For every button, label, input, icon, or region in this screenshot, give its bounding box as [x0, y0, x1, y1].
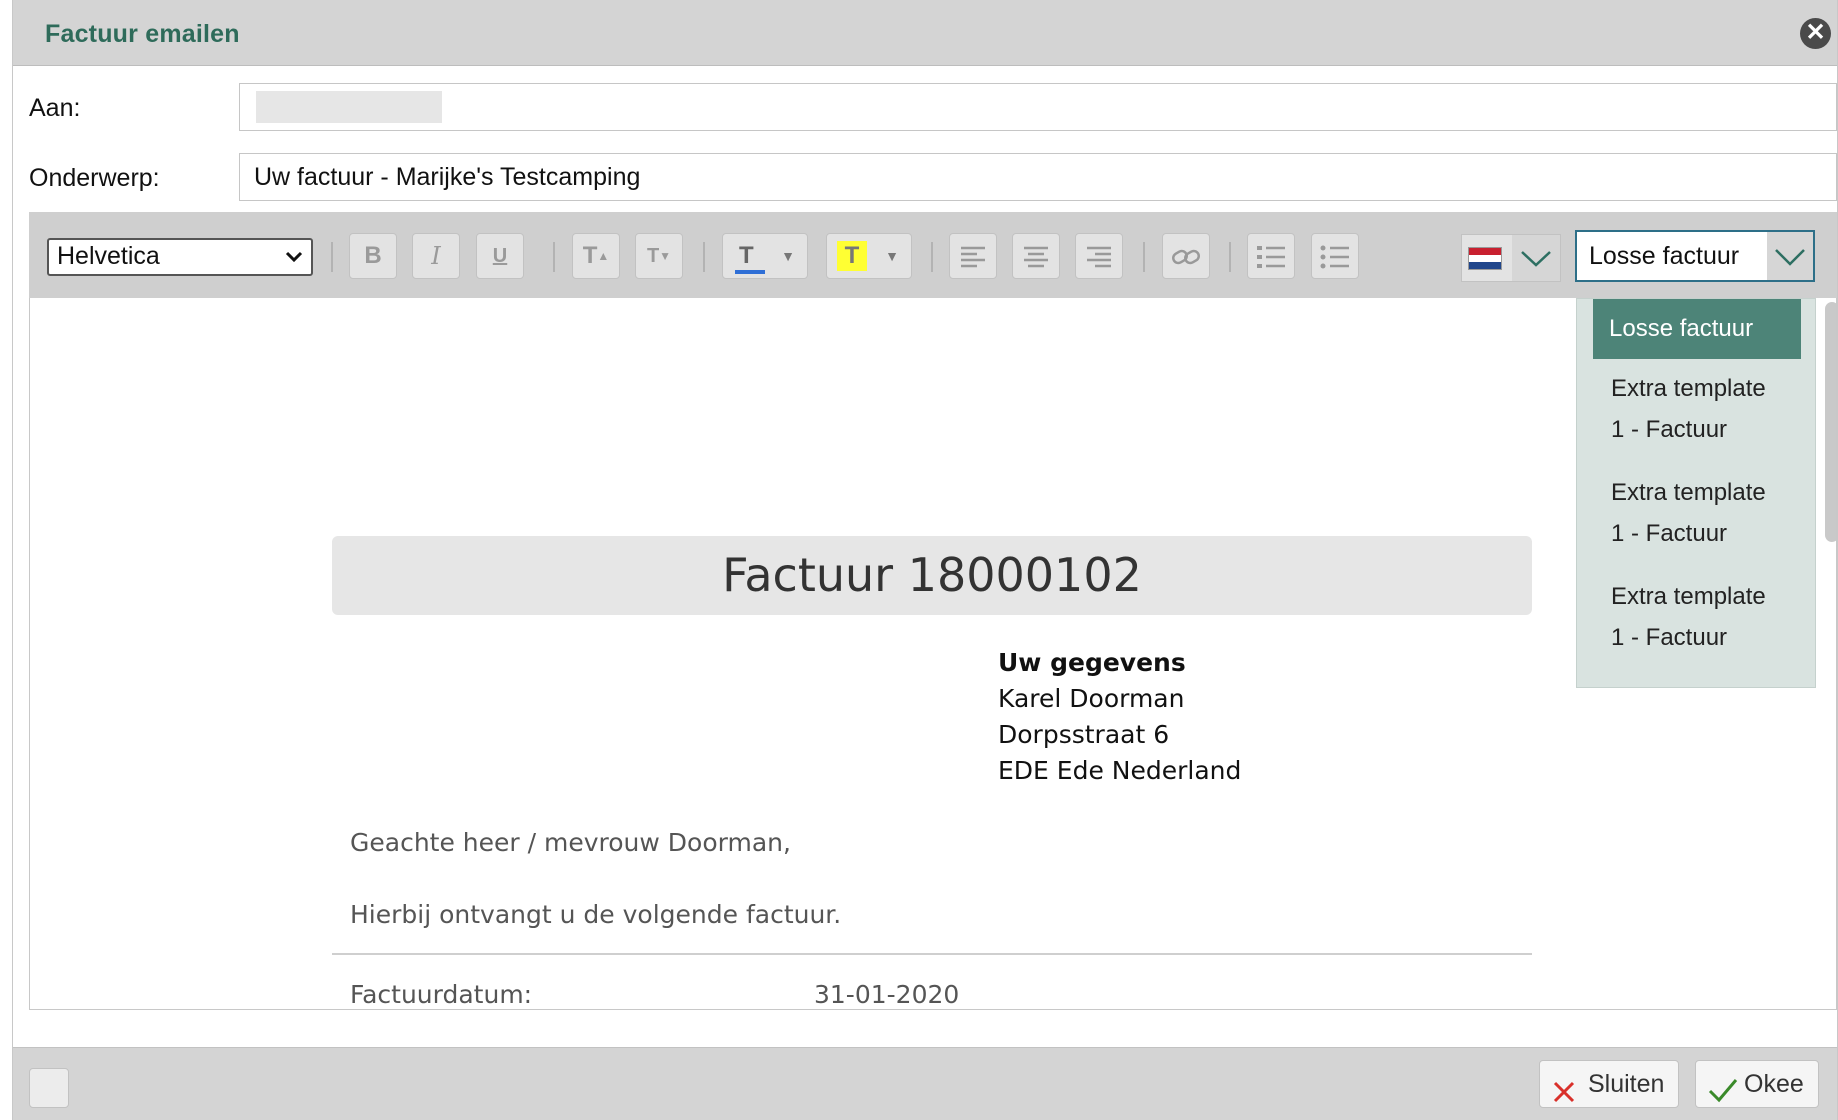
dialog-footer: Sluiten Okee	[13, 1047, 1837, 1120]
chevron-down-icon	[285, 240, 303, 282]
footer-option-button[interactable]	[29, 1068, 69, 1108]
underline-button[interactable]: U	[476, 233, 524, 279]
divider	[332, 953, 1532, 955]
editor-toolbar: Helvetica B I U T▲ T▼ T ▼ T ▼ Losse fact…	[29, 212, 1837, 298]
italic-button[interactable]: I	[412, 233, 460, 279]
template-option[interactable]: Extra template 1 - Factuur	[1611, 583, 1766, 652]
editor-scrollbar[interactable]	[1825, 302, 1836, 542]
cross-icon	[1552, 1073, 1576, 1119]
align-center-button[interactable]	[1012, 233, 1060, 279]
greeting-text: Geachte heer / mevrouw Doorman,	[350, 828, 791, 857]
align-left-icon	[961, 246, 985, 267]
template-option-line1: Extra template	[1611, 375, 1766, 402]
ordered-list-icon	[1257, 245, 1285, 268]
checkmark-icon	[1708, 1072, 1738, 1118]
ordered-list-button[interactable]	[1247, 233, 1295, 279]
align-center-icon	[1024, 246, 1048, 267]
text-color-button[interactable]: T ▼	[722, 233, 808, 279]
template-dropdown: Losse factuur Extra template 1 - Factuur…	[1576, 298, 1816, 688]
close-button[interactable]: Sluiten	[1539, 1060, 1679, 1108]
subject-field[interactable]: Uw factuur - Marijke's Testcamping	[239, 153, 1837, 201]
close-button-label: Sluiten	[1588, 1070, 1665, 1098]
template-select[interactable]: Losse factuur	[1575, 230, 1815, 282]
email-invoice-dialog: Factuur emailen ✕ Aan: Onderwerp: Uw fac…	[12, 0, 1838, 1120]
separator	[931, 242, 933, 272]
address-heading: Uw gegevens	[998, 648, 1186, 677]
separator	[331, 242, 333, 272]
dialog-title: Factuur emailen	[45, 20, 240, 48]
template-option-line2: 1 - Factuur	[1611, 416, 1728, 443]
template-option-line2: 1 - Factuur	[1611, 624, 1728, 651]
highlight-icon: T	[837, 241, 867, 271]
superscript-button[interactable]: T▲	[572, 233, 620, 279]
to-label: Aan:	[29, 94, 81, 122]
ok-button[interactable]: Okee	[1695, 1060, 1819, 1108]
to-field[interactable]	[239, 83, 1837, 131]
address-city: EDE Ede Nederland	[998, 756, 1242, 785]
ok-button-label: Okee	[1744, 1070, 1804, 1098]
font-select-value: Helvetica	[57, 242, 160, 270]
invoice-date-label: Factuurdatum:	[350, 980, 533, 1009]
separator	[553, 242, 555, 272]
chevron-down-icon	[1512, 235, 1560, 281]
subscript-button[interactable]: T▼	[635, 233, 683, 279]
align-left-button[interactable]	[949, 233, 997, 279]
address-name: Karel Doorman	[998, 684, 1185, 713]
separator	[1229, 242, 1231, 272]
caret-down-icon: ▼	[781, 248, 795, 264]
template-option-selected[interactable]: Losse factuur	[1593, 299, 1801, 359]
intro-text: Hierbij ontvangt u de volgende factuur.	[350, 900, 842, 929]
template-option[interactable]: Extra template 1 - Factuur	[1611, 479, 1766, 548]
nl-flag-icon	[1468, 247, 1502, 270]
language-select[interactable]	[1461, 234, 1561, 282]
redacted-email	[256, 91, 442, 123]
highlight-button[interactable]: T ▼	[826, 233, 912, 279]
caret-down-icon: ▼	[885, 248, 899, 264]
template-select-value: Losse factuur	[1589, 242, 1740, 270]
template-option[interactable]: Extra template 1 - Factuur	[1611, 375, 1766, 444]
align-right-icon	[1087, 246, 1111, 267]
subject-label: Onderwerp:	[29, 164, 160, 192]
chevron-down-icon	[1767, 232, 1813, 280]
separator	[1143, 242, 1145, 272]
template-option-line1: Extra template	[1611, 479, 1766, 506]
bold-button[interactable]: B	[349, 233, 397, 279]
unordered-list-icon	[1320, 245, 1349, 269]
link-button[interactable]	[1162, 233, 1210, 279]
invoice-date-value: 31-01-2020	[814, 980, 960, 1009]
text-color-icon: T	[733, 234, 765, 278]
unordered-list-button[interactable]	[1311, 233, 1359, 279]
dialog-titlebar: Factuur emailen ✕	[13, 0, 1837, 66]
align-right-button[interactable]	[1075, 233, 1123, 279]
close-icon[interactable]: ✕	[1800, 18, 1831, 49]
email-body-editor[interactable]: Losse factuur Extra template 1 - Factuur…	[29, 298, 1837, 1010]
link-icon	[1172, 249, 1200, 264]
template-option-line1: Extra template	[1611, 583, 1766, 610]
template-option-line2: 1 - Factuur	[1611, 520, 1728, 547]
address-street: Dorpsstraat 6	[998, 720, 1170, 749]
font-select[interactable]: Helvetica	[47, 238, 313, 276]
invoice-title: Factuur 18000102	[332, 536, 1532, 615]
separator	[703, 242, 705, 272]
